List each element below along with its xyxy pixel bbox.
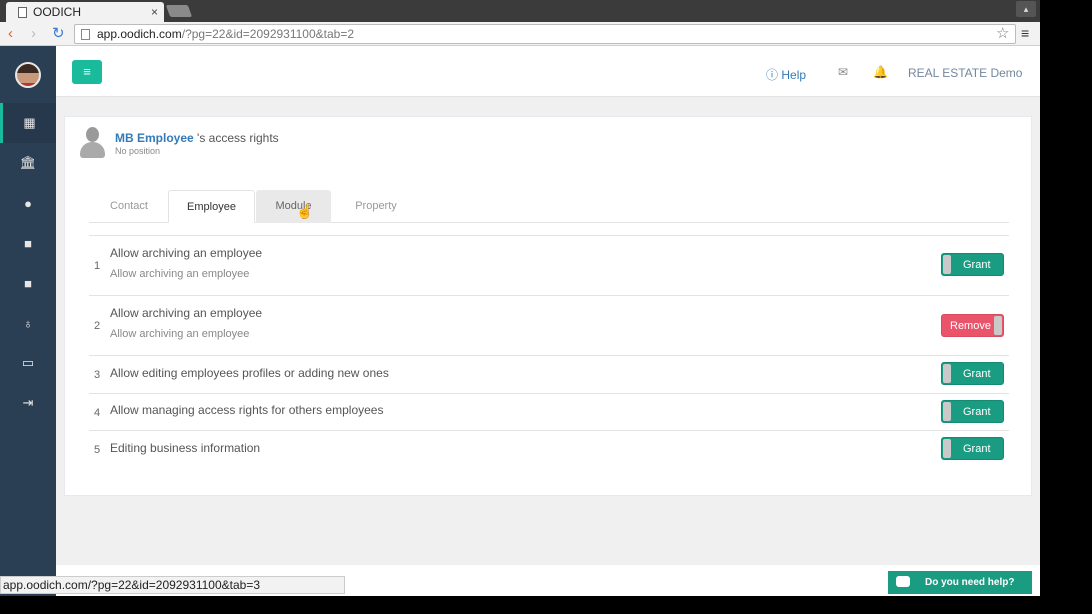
dashboard-icon[interactable]: ▦ bbox=[0, 103, 56, 143]
info-icon: ⓘ bbox=[766, 68, 779, 82]
list-item: 1 Allow archiving an employee Allow arch… bbox=[89, 235, 1009, 295]
user-menu[interactable]: REAL ESTATE Demo bbox=[908, 66, 1022, 80]
right-description: Allow archiving an employee bbox=[110, 268, 250, 280]
row-number: 4 bbox=[94, 407, 101, 419]
row-number: 2 bbox=[94, 320, 101, 332]
tab-module[interactable]: Module bbox=[256, 190, 331, 223]
rights-tabs: Contact Employee Module Property bbox=[89, 190, 1009, 223]
right-label: Editing business information bbox=[110, 441, 261, 455]
browser-status-bar: app.oodich.com/?pg=22&id=2092931100&tab=… bbox=[0, 576, 345, 594]
sidebar: ▦ 🏛 ● ■ ■ ♁ ▭ ⇥ bbox=[0, 46, 56, 596]
help-label: Help bbox=[781, 68, 807, 82]
list-item: 5 Editing business information Grant bbox=[89, 430, 1009, 468]
new-tab-button[interactable] bbox=[165, 5, 193, 17]
tab-employee[interactable]: Employee bbox=[168, 190, 255, 223]
title-suffix: 's access rights bbox=[197, 131, 279, 145]
browser-tabstrip: OODICH × ▴ bbox=[0, 0, 1040, 22]
grant-button[interactable]: Grant bbox=[941, 253, 1004, 276]
page-icon bbox=[81, 29, 90, 40]
signout-icon[interactable]: ⇥ bbox=[0, 383, 56, 423]
laptop-icon[interactable]: ▭ bbox=[0, 343, 56, 383]
grant-label: Grant bbox=[963, 368, 991, 380]
employee-name-link[interactable]: MB Employee bbox=[115, 131, 194, 145]
window-button[interactable]: ▴ bbox=[1016, 1, 1036, 17]
browser-tab-title: OODICH bbox=[33, 5, 81, 19]
key-icon[interactable]: ♁ bbox=[0, 303, 56, 343]
grant-label: Grant bbox=[963, 406, 991, 418]
remove-label: Remove bbox=[950, 320, 991, 332]
list-item: 3 Allow editing employees profiles or ad… bbox=[89, 355, 1009, 393]
grant-label: Grant bbox=[963, 443, 991, 455]
right-label: Allow managing access rights for others … bbox=[110, 403, 384, 417]
row-number: 5 bbox=[94, 444, 101, 456]
browser-menu-icon[interactable]: ≡ bbox=[1021, 25, 1029, 41]
grant-button[interactable]: Grant bbox=[941, 400, 1004, 423]
reload-icon[interactable]: ↻ bbox=[52, 26, 65, 41]
chat-icon bbox=[896, 576, 910, 587]
list-item: 2 Allow archiving an employee Allow arch… bbox=[89, 295, 1009, 355]
right-description: Allow archiving an employee bbox=[110, 328, 250, 340]
grant-button[interactable]: Grant bbox=[941, 362, 1004, 385]
screen-edge bbox=[0, 596, 1092, 614]
help-link[interactable]: ⓘ Help bbox=[766, 66, 806, 83]
browser-tab[interactable]: OODICH × bbox=[6, 2, 164, 22]
top-navbar: ≡ ⓘ Help ✉ 🔔 REAL ESTATE Demo bbox=[56, 46, 1040, 97]
list-item: 4 Allow managing access rights for other… bbox=[89, 393, 1009, 430]
back-icon[interactable]: ‹ bbox=[8, 26, 13, 41]
help-chat-button[interactable]: Do you need help? bbox=[888, 571, 1032, 594]
grant-button[interactable]: Grant bbox=[941, 437, 1004, 460]
square-icon[interactable]: ■ bbox=[0, 263, 56, 303]
bookmark-star-icon[interactable]: ☆ bbox=[996, 24, 1009, 42]
grant-label: Grant bbox=[963, 259, 991, 271]
bell-icon[interactable]: 🔔 bbox=[873, 65, 888, 79]
screen-edge bbox=[1040, 0, 1092, 614]
right-label: Allow archiving an employee bbox=[110, 306, 263, 320]
menu-toggle-button[interactable]: ≡ bbox=[72, 60, 102, 84]
browser-toolbar: ‹ › ↻ app.oodich.com/?pg=22&id=209293110… bbox=[0, 22, 1040, 46]
page-title: MB Employee 's access rights bbox=[115, 131, 279, 145]
main-content: ≡ ⓘ Help ✉ 🔔 REAL ESTATE Demo MB Employe… bbox=[56, 46, 1040, 596]
forward-icon[interactable]: › bbox=[31, 26, 36, 41]
tab-contact[interactable]: Contact bbox=[89, 190, 169, 223]
tab-property[interactable]: Property bbox=[333, 190, 419, 223]
access-rights-panel: MB Employee 's access rights No position… bbox=[64, 116, 1032, 496]
person-icon bbox=[79, 127, 105, 159]
row-number: 3 bbox=[94, 369, 101, 381]
right-label: Allow archiving an employee bbox=[110, 246, 263, 260]
url-path: /?pg=22&id=2092931100&tab=2 bbox=[181, 27, 355, 41]
url-host: app.oodich.com bbox=[97, 27, 182, 41]
address-bar[interactable]: app.oodich.com/?pg=22&id=2092931100&tab=… bbox=[74, 24, 1016, 44]
mail-icon[interactable]: ✉ bbox=[838, 65, 848, 79]
close-icon[interactable]: × bbox=[151, 5, 158, 19]
employee-position: No position bbox=[115, 146, 161, 156]
user-icon[interactable]: ● bbox=[0, 183, 56, 223]
right-label: Allow editing employees profiles or addi… bbox=[110, 366, 389, 380]
bank-icon[interactable]: 🏛 bbox=[0, 143, 56, 183]
hand-cursor-icon: ☝ bbox=[296, 203, 314, 219]
document-icon bbox=[18, 6, 27, 18]
row-number: 1 bbox=[94, 260, 101, 272]
avatar[interactable] bbox=[15, 62, 41, 88]
remove-button[interactable]: Remove bbox=[941, 314, 1004, 337]
help-chat-label: Do you need help? bbox=[925, 577, 1015, 588]
square-icon[interactable]: ■ bbox=[0, 223, 56, 263]
